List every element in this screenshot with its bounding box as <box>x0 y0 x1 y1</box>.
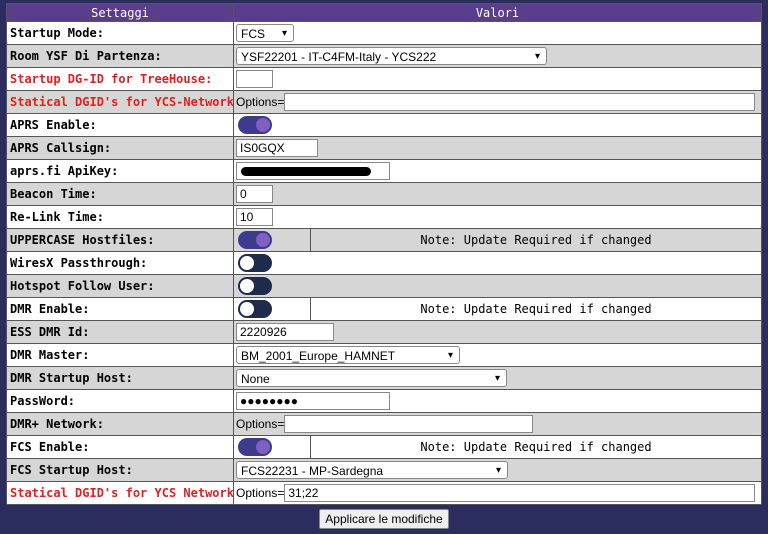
dmr-startup-host-value: None <box>241 372 270 386</box>
button-row: Applicare le modifiche <box>6 508 762 529</box>
options-prefix: Options= <box>236 95 285 109</box>
dmr-master-select[interactable]: BM_2001_Europe_HAMNET ▾ <box>236 346 460 364</box>
chevron-down-icon: ▾ <box>494 373 500 384</box>
dmr-plus-network-input[interactable] <box>284 415 534 433</box>
table-row: UPPERCASE Hostfiles: Note: Update Requir… <box>6 228 762 252</box>
label-wiresx-passthrough: WiresX Passthrough: <box>6 251 234 275</box>
settings-panel: Settaggi Valori Startup Mode: FCS ▾ Room … <box>6 3 762 529</box>
redaction-scribble <box>241 167 371 177</box>
chevron-down-icon: ▾ <box>534 51 540 62</box>
statical-dgid-net-input[interactable] <box>284 93 756 111</box>
table-row: FCS Enable: Note: Update Required if cha… <box>6 435 762 459</box>
label-uppercase-hostfiles: UPPERCASE Hostfiles: <box>6 228 234 252</box>
hotspot-follow-user-toggle[interactable] <box>238 277 272 295</box>
table-row: aprs.fi ApiKey: <box>6 159 762 183</box>
chevron-down-icon: ▾ <box>495 465 501 476</box>
label-room-ysf: Room YSF Di Partenza: <box>6 44 234 68</box>
table-row: APRS Callsign: IS0GQX <box>6 136 762 160</box>
statical-dgid-ycs-input[interactable]: 31;22 <box>284 484 756 502</box>
room-ysf-select[interactable]: YSF22201 - IT-C4FM-Italy - YCS222 ▾ <box>236 47 547 65</box>
label-startup-dgid: Startup DG-ID for TreeHouse: <box>6 67 234 91</box>
label-statical-dgid-net: Statical DGID's for YCS-Network: <box>6 90 234 114</box>
table-row: DMR Startup Host: None ▾ <box>6 366 762 390</box>
dmr-enable-note: Note: Update Required if changed <box>310 297 762 321</box>
relink-time-input[interactable]: 10 <box>236 208 273 226</box>
dmr-startup-host-select[interactable]: None ▾ <box>236 369 507 387</box>
label-aprs-enable: APRS Enable: <box>6 113 234 137</box>
table-row: PassWord: ●●●●●●●● <box>6 389 762 413</box>
label-fcs-startup-host: FCS Startup Host: <box>6 458 234 482</box>
uppercase-hostfiles-toggle[interactable] <box>238 231 272 249</box>
wiresx-passthrough-toggle[interactable] <box>238 254 272 272</box>
label-relink-time: Re-Link Time: <box>6 205 234 229</box>
label-statical-dgid-ycs: Statical DGID's for YCS Network <box>6 481 234 505</box>
header-valori: Valori <box>233 3 762 22</box>
startup-dgid-input[interactable] <box>236 70 273 88</box>
label-dmr-enable: DMR Enable: <box>6 297 234 321</box>
label-hotspot-follow-user: Hotspot Follow User: <box>6 274 234 298</box>
toggle-knob <box>240 302 254 316</box>
table-row: DMR Master: BM_2001_Europe_HAMNET ▾ <box>6 343 762 367</box>
label-aprs-apikey: aprs.fi ApiKey: <box>6 159 234 183</box>
table-row: Room YSF Di Partenza: YSF22201 - IT-C4FM… <box>6 44 762 68</box>
settings-table: Settaggi Valori Startup Mode: FCS ▾ Room … <box>6 3 762 505</box>
fcs-startup-host-value: FCS22231 - MP-Sardegna <box>241 464 384 478</box>
label-fcs-enable: FCS Enable: <box>6 435 234 459</box>
startup-mode-value: FCS <box>241 27 265 41</box>
table-row: Hotspot Follow User: <box>6 274 762 298</box>
password-input[interactable]: ●●●●●●●● <box>236 392 390 410</box>
table-row: Startup DG-ID for TreeHouse: <box>6 67 762 91</box>
toggle-knob <box>256 233 270 247</box>
chevron-down-icon: ▾ <box>281 28 287 39</box>
toggle-knob <box>240 256 254 270</box>
table-row: DMR+ Network: Options= <box>6 412 762 436</box>
apply-changes-button[interactable]: Applicare le modifiche <box>319 509 449 529</box>
aprs-apikey-input[interactable] <box>236 162 390 180</box>
fcs-enable-note: Note: Update Required if changed <box>310 435 762 459</box>
table-row: APRS Enable: <box>6 113 762 137</box>
label-dmr-plus-network: DMR+ Network: <box>6 412 234 436</box>
table-row: Re-Link Time: 10 <box>6 205 762 229</box>
toggle-knob <box>256 118 270 132</box>
table-header: Settaggi Valori <box>6 3 762 22</box>
table-row: Beacon Time: 0 <box>6 182 762 206</box>
label-startup-mode: Startup Mode: <box>6 21 234 45</box>
table-row: Statical DGID's for YCS-Network: Options… <box>6 90 762 114</box>
label-dmr-startup-host: DMR Startup Host: <box>6 366 234 390</box>
aprs-callsign-input[interactable]: IS0GQX <box>236 139 318 157</box>
beacon-time-input[interactable]: 0 <box>236 185 273 203</box>
uppercase-hostfiles-note: Note: Update Required if changed <box>310 228 762 252</box>
dmr-enable-toggle[interactable] <box>238 300 272 318</box>
table-row: DMR Enable: Note: Update Required if cha… <box>6 297 762 321</box>
aprs-enable-toggle[interactable] <box>238 116 272 134</box>
toggle-knob <box>256 440 270 454</box>
options-prefix: Options= <box>236 486 285 500</box>
table-row: FCS Startup Host: FCS22231 - MP-Sardegna… <box>6 458 762 482</box>
fcs-enable-toggle[interactable] <box>238 438 272 456</box>
ess-dmr-id-input[interactable]: 2220926 <box>236 323 334 341</box>
table-row: WiresX Passthrough: <box>6 251 762 275</box>
label-aprs-callsign: APRS Callsign: <box>6 136 234 160</box>
dmr-master-value: BM_2001_Europe_HAMNET <box>241 349 396 363</box>
chevron-down-icon: ▾ <box>447 350 453 361</box>
header-settaggi: Settaggi <box>6 3 234 22</box>
startup-mode-select[interactable]: FCS ▾ <box>236 24 294 42</box>
table-row: Statical DGID's for YCS Network Options=… <box>6 481 762 505</box>
label-password: PassWord: <box>6 389 234 413</box>
toggle-knob <box>240 279 254 293</box>
table-row: ESS DMR Id: 2220926 <box>6 320 762 344</box>
table-row: Startup Mode: FCS ▾ <box>6 21 762 45</box>
label-dmr-master: DMR Master: <box>6 343 234 367</box>
fcs-startup-host-select[interactable]: FCS22231 - MP-Sardegna ▾ <box>236 461 508 479</box>
options-prefix: Options= <box>236 417 285 431</box>
room-ysf-value: YSF22201 - IT-C4FM-Italy - YCS222 <box>241 50 437 64</box>
label-ess-dmr-id: ESS DMR Id: <box>6 320 234 344</box>
label-beacon-time: Beacon Time: <box>6 182 234 206</box>
